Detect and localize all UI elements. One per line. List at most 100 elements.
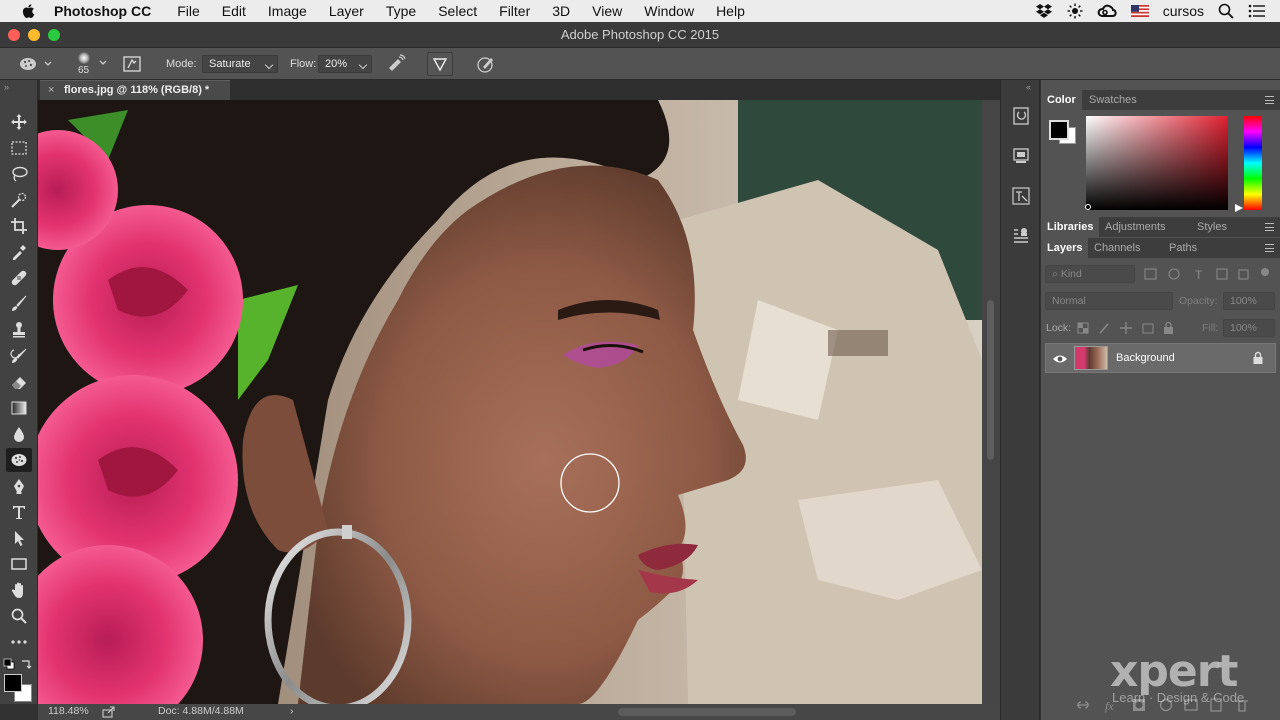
history-brush-tool[interactable] <box>6 344 32 368</box>
marquee-tool[interactable] <box>6 136 32 160</box>
menu-filter[interactable]: Filter <box>499 3 530 19</box>
mode-select[interactable]: Saturate <box>202 55 278 73</box>
path-selection-tool[interactable] <box>6 526 32 550</box>
foreground-color-swatch[interactable] <box>4 674 22 692</box>
layer-filter-kind-select[interactable]: ⌕ Kind <box>1045 265 1135 283</box>
brush-panel-toggle[interactable] <box>122 54 142 74</box>
opacity-field[interactable]: 100% <box>1223 292 1275 310</box>
layer-name[interactable]: Background <box>1116 352 1175 364</box>
menu-help[interactable]: Help <box>716 3 745 19</box>
pen-tool[interactable] <box>6 474 32 498</box>
color-panel-menu-icon[interactable] <box>1265 96 1274 104</box>
document-tab[interactable]: × flores.jpg @ 118% (RGB/8) * <box>40 80 230 100</box>
layer-row-background[interactable]: Background <box>1045 343 1276 373</box>
collapse-toolbar-icon[interactable]: » <box>4 82 9 92</box>
tab-styles[interactable]: Styles <box>1191 217 1233 237</box>
tab-color[interactable]: Color <box>1041 90 1082 110</box>
swap-colors-button[interactable] <box>20 658 32 670</box>
menu-window[interactable]: Window <box>644 3 694 19</box>
color-saturation-field[interactable] <box>1086 116 1228 210</box>
menu-image[interactable]: Image <box>268 3 307 19</box>
move-tool[interactable] <box>6 110 32 134</box>
dropbox-icon[interactable] <box>1035 3 1053 19</box>
tab-libraries[interactable]: Libraries <box>1041 217 1100 237</box>
brush-tool[interactable] <box>6 292 32 316</box>
status-menu-arrow[interactable]: › <box>290 705 294 717</box>
menu-layer[interactable]: Layer <box>329 3 364 19</box>
menu-3d[interactable]: 3D <box>552 3 570 19</box>
layer-comps-panel-button[interactable] <box>1008 224 1034 248</box>
blend-mode-select[interactable]: Normal <box>1045 292 1173 310</box>
layer-filter-kind-value: Kind <box>1060 268 1082 280</box>
shape-tool[interactable] <box>6 552 32 576</box>
zoom-level[interactable]: 118.48% <box>48 705 89 717</box>
crop-tool[interactable] <box>6 214 32 238</box>
menu-select[interactable]: Select <box>438 3 477 19</box>
edit-toolbar-button[interactable] <box>6 630 32 654</box>
brightness-icon[interactable] <box>1067 3 1083 19</box>
color-foreground-swatch[interactable] <box>1049 120 1069 140</box>
close-tab-icon[interactable]: × <box>48 81 54 100</box>
hand-tool[interactable] <box>6 578 32 602</box>
layer-thumbnail <box>1074 346 1108 370</box>
libraries-panel-menu-icon[interactable] <box>1265 223 1274 231</box>
menu-app-name[interactable]: Photoshop CC <box>54 3 151 19</box>
share-icon[interactable] <box>102 706 116 718</box>
hue-slider[interactable] <box>1244 116 1262 210</box>
menu-view[interactable]: View <box>592 3 622 19</box>
menubar-user[interactable]: cursos <box>1163 3 1204 19</box>
notification-center-icon[interactable] <box>1248 4 1266 18</box>
us-flag-icon[interactable] <box>1130 5 1149 17</box>
horizontal-scroll-thumb[interactable] <box>618 708 796 716</box>
history-panel-button[interactable] <box>1008 104 1034 128</box>
gradient-tool[interactable] <box>6 396 32 420</box>
menu-type[interactable]: Type <box>386 3 416 19</box>
lasso-tool[interactable] <box>6 162 32 186</box>
eye-icon[interactable] <box>1052 353 1068 365</box>
tab-adjustments[interactable]: Adjustments <box>1099 217 1172 237</box>
spotlight-search-icon[interactable] <box>1218 3 1234 19</box>
pressure-toggle[interactable] <box>476 54 496 74</box>
vertical-scrollbar[interactable] <box>982 100 1000 704</box>
blur-tool[interactable] <box>6 422 32 446</box>
eraser-tool[interactable] <box>6 370 32 394</box>
vertical-scroll-thumb[interactable] <box>987 300 994 460</box>
actions-panel-button[interactable] <box>1008 144 1034 168</box>
tab-layers[interactable]: Layers <box>1041 238 1089 258</box>
zoom-tool[interactable] <box>6 604 32 628</box>
vibrance-toggle[interactable] <box>427 52 453 76</box>
color-panel-tabs: Color Swatches <box>1041 90 1280 110</box>
sponge-tool[interactable] <box>6 448 32 472</box>
document-canvas[interactable] <box>38 100 982 704</box>
quick-selection-tool[interactable] <box>6 188 32 212</box>
menu-file[interactable]: File <box>177 3 200 19</box>
minimize-window-button[interactable] <box>28 29 40 41</box>
default-colors-button[interactable] <box>3 658 15 670</box>
brush-preset-picker[interactable]: 65 <box>70 50 110 78</box>
clone-stamp-tool[interactable] <box>6 318 32 342</box>
type-tool[interactable] <box>6 500 32 524</box>
fill-field[interactable]: 100% <box>1223 319 1275 337</box>
hue-slider-handle[interactable] <box>1235 204 1243 212</box>
color-picker-marker[interactable] <box>1085 204 1091 210</box>
tools-panel: » <box>0 80 38 704</box>
layer-lock-icon[interactable] <box>1252 351 1264 365</box>
expand-panels-icon[interactable]: « <box>1026 82 1031 92</box>
tab-swatches[interactable]: Swatches <box>1083 90 1143 110</box>
tool-preset-picker[interactable] <box>18 48 53 80</box>
tab-paths[interactable]: Paths <box>1163 238 1203 258</box>
airbrush-toggle[interactable] <box>386 54 406 74</box>
menu-edit[interactable]: Edit <box>222 3 246 19</box>
tab-channels[interactable]: Channels <box>1088 238 1146 258</box>
properties-panel-button[interactable] <box>1008 184 1034 208</box>
creative-cloud-icon[interactable] <box>1097 3 1117 19</box>
bandage-icon <box>11 270 27 286</box>
zoom-window-button[interactable] <box>48 29 60 41</box>
lock-label: Lock: <box>1046 322 1072 334</box>
layers-panel-menu-icon[interactable] <box>1265 244 1274 252</box>
flow-select[interactable]: 20% <box>318 55 372 73</box>
healing-brush-tool[interactable] <box>6 266 32 290</box>
close-window-button[interactable] <box>8 29 20 41</box>
apple-icon[interactable] <box>20 2 38 20</box>
eyedropper-tool[interactable] <box>6 240 32 264</box>
